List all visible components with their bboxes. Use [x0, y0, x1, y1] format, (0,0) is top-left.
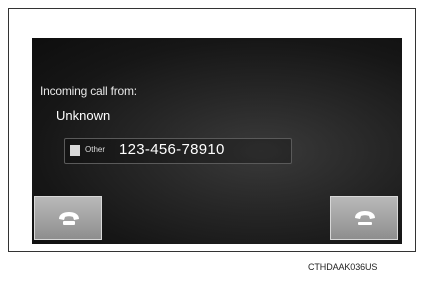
phone-type-icon: [70, 145, 80, 156]
phone-type-label: Other: [85, 145, 106, 154]
incoming-call-title: Incoming call from:: [40, 84, 137, 98]
answer-button[interactable]: [34, 196, 102, 240]
phone-answer-icon: [59, 212, 79, 225]
caller-number-row: Other 123-456-78910: [64, 138, 292, 164]
incoming-call-screen: Incoming call from: Unknown Other 123-45…: [32, 38, 402, 244]
caller-name: Unknown: [56, 108, 111, 123]
caller-number: 123-456-78910: [119, 141, 225, 158]
phone-hangup-icon: [355, 211, 375, 225]
reject-button[interactable]: [330, 196, 398, 240]
figure-caption: CTHDAAK036US: [308, 262, 378, 272]
